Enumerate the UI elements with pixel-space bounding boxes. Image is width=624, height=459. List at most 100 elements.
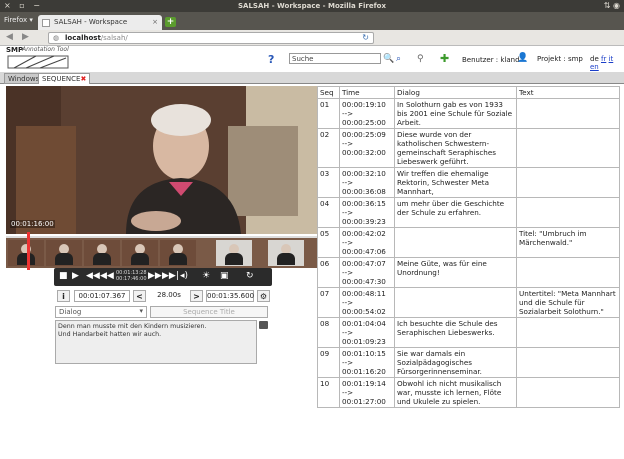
- text-cell: [516, 197, 620, 228]
- seq-cell: 07: [317, 287, 340, 318]
- firefox-menu[interactable]: Firefox ▾: [4, 16, 33, 24]
- help-icon[interactable]: ?: [268, 53, 274, 66]
- next-button[interactable]: >: [190, 290, 203, 302]
- window-title: SALSAH - Workspace - Mozilla Firefox: [238, 2, 386, 10]
- filmstrip-thumb[interactable]: [8, 240, 44, 266]
- time-t1: 00:00:47:07: [342, 259, 386, 268]
- browser-tab[interactable]: SALSAH - Workspace ×: [38, 15, 162, 30]
- system-tray[interactable]: ⇅ ◉: [604, 1, 620, 10]
- time-cell: 00:00:32:10 --> 00:00:36:08: [339, 167, 395, 198]
- user-icon[interactable]: 👤: [517, 53, 528, 63]
- reload-icon[interactable]: ↻: [362, 33, 369, 42]
- time-arrow: -->: [342, 208, 354, 217]
- sequence-title-input[interactable]: Sequence Title: [150, 306, 268, 318]
- tab-sequence-label: SEQUENCE: [42, 75, 81, 83]
- prev-button[interactable]: <: [133, 290, 146, 302]
- url-host: localhost: [65, 34, 101, 42]
- url-path: /salsah/: [100, 34, 128, 42]
- start-time-field[interactable]: 00:01:07.367: [74, 290, 130, 302]
- time-arrow: -->: [342, 109, 354, 118]
- lang-fr[interactable]: fr: [601, 55, 606, 63]
- forward-icon[interactable]: ▶: [22, 32, 29, 42]
- globe-icon: ◍: [53, 34, 60, 42]
- filmstrip-thumb[interactable]: [160, 240, 196, 266]
- time-t2: 00:00:36:08: [342, 187, 386, 196]
- rewind-icon[interactable]: ◀◀: [86, 271, 100, 281]
- col-text: Text: [516, 86, 620, 99]
- filmstrip[interactable]: [6, 236, 317, 268]
- brightness-icon[interactable]: ☀: [202, 271, 210, 281]
- camera-icon[interactable]: ▣: [220, 271, 229, 281]
- playhead[interactable]: [27, 232, 30, 270]
- filmstrip-thumb[interactable]: [46, 240, 82, 266]
- url-bar[interactable]: ◍ localhost/salsah/ ↻: [48, 32, 374, 44]
- dialog-cell: [394, 287, 517, 318]
- lang-de[interactable]: de: [590, 55, 599, 63]
- table-row[interactable]: 03 00:00:32:10 --> 00:00:36:08 Wir treffen d…: [317, 167, 620, 198]
- link-icon[interactable]: ⚲: [417, 54, 424, 64]
- type-select[interactable]: Dialog ▾: [55, 306, 147, 318]
- new-tab-button[interactable]: +: [165, 17, 176, 27]
- video-player[interactable]: [6, 86, 317, 234]
- seq-cell: 08: [317, 317, 340, 348]
- search-icon[interactable]: 🔍: [383, 54, 394, 64]
- table-row[interactable]: 04 00:00:36:15 --> 00:00:39:23 um mehr über …: [317, 197, 620, 228]
- table-row[interactable]: 10 00:01:19:14 --> 00:01:27:00 Obwohl ich ni…: [317, 377, 620, 408]
- stop-icon[interactable]: ■: [59, 271, 68, 281]
- lang-it[interactable]: it: [609, 55, 614, 63]
- tab-sequence[interactable]: SEQUENCE✖: [38, 73, 91, 84]
- language-switcher: de fr it en: [590, 55, 624, 71]
- text-cell: Untertitel: "Meta Mannhart und die Schul…: [516, 287, 620, 318]
- transcript-textarea[interactable]: Denn man musste mit den Kindern musizier…: [55, 320, 257, 364]
- settings-icon[interactable]: ⚙: [257, 290, 270, 302]
- play-icon[interactable]: ▶: [72, 271, 79, 281]
- time-cell: 00:00:19:10 --> 00:00:25:00: [339, 98, 395, 129]
- time-cell: 00:01:04:04 --> 00:01:09:23: [339, 317, 395, 348]
- video-frame: [6, 86, 317, 234]
- time-t1: 00:00:48:11: [342, 289, 386, 298]
- loop-icon[interactable]: ↻: [246, 271, 254, 281]
- filmstrip-thumb[interactable]: [216, 240, 252, 266]
- lang-en[interactable]: en: [590, 63, 599, 71]
- time-t2: 00:00:32:00: [342, 148, 386, 157]
- seq-cell: 09: [317, 347, 340, 378]
- step-back-icon[interactable]: ◀◀: [100, 271, 114, 281]
- back-icon[interactable]: ◀: [6, 32, 13, 42]
- time-cell: 00:00:25:09 --> 00:00:32:00: [339, 128, 395, 168]
- fast-forward-icon[interactable]: ▶▶|: [162, 271, 179, 281]
- time-arrow: -->: [342, 178, 354, 187]
- table-body: 01 00:00:19:10 --> 00:00:25:00 In Solothurn …: [317, 98, 620, 408]
- table-row[interactable]: 08 00:01:04:04 --> 00:01:09:23 Ich besuchte …: [317, 317, 620, 348]
- table-row[interactable]: 02 00:00:25:09 --> 00:00:32:00 Diese wurde v…: [317, 128, 620, 168]
- seq-cell: 02: [317, 128, 340, 168]
- close-tab-icon[interactable]: ×: [152, 18, 158, 26]
- project-label: Projekt : smp: [537, 55, 583, 63]
- close-icon[interactable]: ✖: [80, 75, 86, 83]
- end-time-field[interactable]: 00:01:35.600: [206, 290, 254, 302]
- table-row[interactable]: 09 00:01:10:15 --> 00:01:16:20 Sie war damal…: [317, 347, 620, 378]
- save-icon[interactable]: [259, 321, 268, 329]
- filmstrip-thumb[interactable]: [122, 240, 158, 266]
- table-row[interactable]: 05 00:00:42:02 --> 00:00:47:06 Titel: "Umbru…: [317, 227, 620, 258]
- search-input[interactable]: Suche: [289, 53, 381, 64]
- text-cell: [516, 377, 620, 408]
- col-time: Time: [339, 86, 395, 99]
- forward-icon[interactable]: ▶▶: [148, 271, 162, 281]
- info-button[interactable]: i: [57, 290, 70, 302]
- table-row[interactable]: 07 00:00:48:11 --> 00:00:54:02 Untertitel: "…: [317, 287, 620, 318]
- dialog-cell: um mehr über die Geschichte der Schule z…: [394, 197, 517, 228]
- text-cell: [516, 128, 620, 168]
- transcript-line: Denn man musste mit den Kindern musizier…: [58, 323, 207, 330]
- filmstrip-thumb[interactable]: [268, 240, 304, 266]
- volume-icon[interactable]: ◂): [180, 271, 188, 281]
- logo-secondary: Annotation Tool: [22, 46, 69, 53]
- table-row[interactable]: 01 00:00:19:10 --> 00:00:25:00 In Solothurn …: [317, 98, 620, 129]
- table-row[interactable]: 06 00:00:47:07 --> 00:00:47:30 Meine Güte, w…: [317, 257, 620, 288]
- add-icon[interactable]: ✚: [440, 52, 449, 65]
- seq-cell: 05: [317, 227, 340, 258]
- type-select-value: Dialog: [59, 308, 82, 316]
- filmstrip-thumb[interactable]: [84, 240, 120, 266]
- zoom-icon[interactable]: ⌕: [396, 54, 401, 64]
- col-dialog: Dialog: [394, 86, 517, 99]
- time-arrow: -->: [342, 139, 354, 148]
